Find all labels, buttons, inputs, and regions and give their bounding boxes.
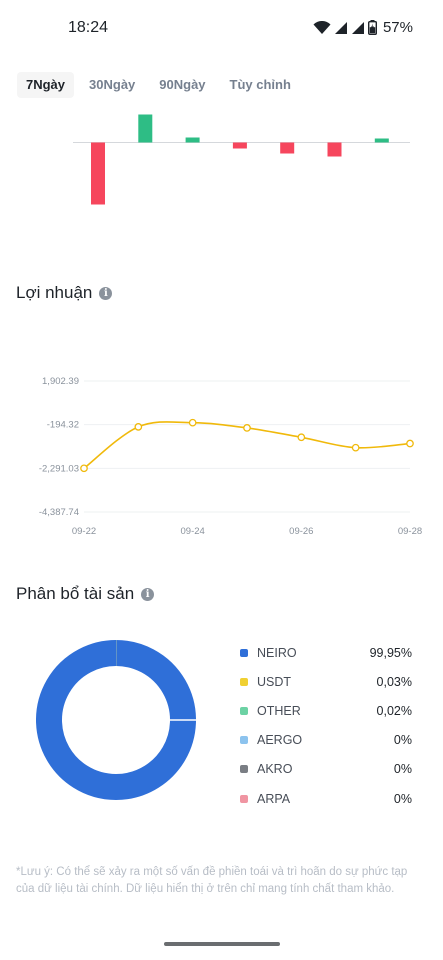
legend-color-swatch [240,648,248,657]
x-tick-label: 09-26 [289,526,313,537]
profit-line-chart: 1,902.39 -194.32 -2,291.03 -4,387.74 09-22 09… [39,376,422,537]
allocation-legend: NEIRO 99,95% USDT 0,03% OTHER 0,02% AERGO 0% AKR… [240,638,412,813]
profit-point[interactable] [406,439,414,448]
legend-asset-percent: 0,02% [376,703,412,718]
profit-point[interactable] [134,423,143,431]
allocation-donut-chart [36,640,196,800]
status-bar: 18:24 57% [0,0,443,56]
profit-point[interactable] [351,443,360,452]
legend-asset-percent: 0% [393,733,412,748]
status-icons: 57% [313,19,413,36]
profit-section-title: Lợi nhuận i [16,283,113,303]
pnl-bar[interactable] [280,142,295,154]
disclaimer-footnote: *Lưu ý: Có thể sẽ xảy ra một số vấn đề p… [16,866,408,895]
x-tick-label: 09-22 [72,526,96,537]
battery-percent: 57% [382,19,413,36]
legend-item-other[interactable]: OTHER 0,02% [240,696,412,725]
home-indicator[interactable] [164,942,280,946]
profit-point[interactable] [80,464,88,473]
x-tick-label: 09-24 [181,526,205,537]
donut-slice[interactable] [36,640,196,800]
profit-point[interactable] [243,424,251,432]
period-tabs: 7Ngày 30Ngày 90Ngày Tùy chỉnh [17,72,306,98]
legend-item-akro[interactable]: AKRO 0% [240,755,412,784]
legend-color-swatch [240,706,248,715]
legend-color-swatch [240,765,248,774]
tab-custom[interactable]: Tùy chỉnh [221,72,300,98]
pnl-bar[interactable] [374,138,389,143]
info-icon[interactable]: i [141,587,155,601]
profit-point[interactable] [188,418,197,427]
legend-asset-percent: 0,03% [376,674,412,689]
tab-30-days[interactable]: 30Ngày [80,72,144,98]
legend-asset-name: AERGO [257,733,303,748]
signal-icon [351,21,364,34]
legend-asset-name: AKRO [257,762,293,777]
wifi-icon [313,20,331,34]
pnl-bar[interactable] [327,142,342,157]
pnl-bar[interactable] [185,137,200,143]
tab-90-days[interactable]: 90Ngày [150,72,214,98]
x-tick-label: 09-28 [398,526,422,537]
y-tick-label: -2,291.03 [39,463,79,474]
legend-asset-name: OTHER [257,703,301,718]
legend-item-usdt[interactable]: USDT 0,03% [240,667,412,696]
legend-color-swatch [240,677,248,686]
allocation-section-title: Phân bổ tài sản i [16,584,155,604]
legend-asset-percent: 99,95% [369,645,412,660]
status-time: 18:24 [68,19,109,36]
pnl-bar[interactable] [232,142,247,149]
allocation-title: Phân bổ tài sản [16,584,135,603]
y-tick-label: 1,902.39 [42,376,79,387]
tab-7-days[interactable]: 7Ngày [17,72,75,98]
info-icon[interactable]: i [99,286,113,300]
legend-color-swatch [240,794,248,803]
y-tick-label: -194.32 [47,420,79,431]
legend-item-aergo[interactable]: AERGO 0% [240,726,412,755]
signal-icon [334,21,347,34]
legend-asset-name: NEIRO [257,645,297,660]
legend-item-arpa[interactable]: ARPA 0% [240,784,412,813]
legend-asset-percent: 0% [393,762,412,777]
legend-color-swatch [240,736,248,745]
profit-point[interactable] [297,433,306,442]
legend-asset-percent: 0% [393,791,412,806]
legend-asset-name: USDT [257,674,292,689]
legend-asset-name: ARPA [257,791,291,806]
daily-pnl-bar-chart [73,114,410,205]
y-tick-label: -4,387.74 [39,507,79,518]
battery-icon [367,20,377,35]
profit-title: Lợi nhuận [16,283,93,302]
pnl-bar[interactable] [138,114,153,143]
legend-item-neiro[interactable]: NEIRO 99,95% [240,638,412,667]
pnl-bar[interactable] [91,142,105,205]
